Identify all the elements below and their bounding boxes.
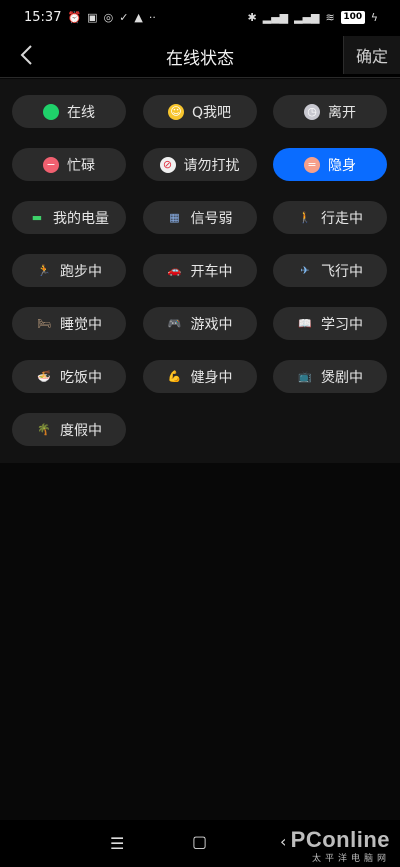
menu-icon[interactable]: ☰ bbox=[110, 834, 124, 853]
tv-emoji-icon: 📺 bbox=[298, 369, 312, 383]
page-title: 在线状态 bbox=[166, 49, 234, 69]
status-option-label: 度假中 bbox=[60, 422, 102, 439]
status-option-label: 煲剧中 bbox=[321, 369, 363, 386]
status-option-2[interactable]: ◷ 离开 bbox=[273, 95, 387, 128]
status-option-label: 健身中 bbox=[190, 369, 233, 386]
status-option-label: 忙碌 bbox=[67, 157, 95, 174]
check-icon: ✓ bbox=[119, 10, 129, 24]
status-option-label: 学习中 bbox=[321, 316, 363, 333]
status-option-17[interactable]: 📺 煲剧中 bbox=[273, 360, 387, 393]
signal-icon: ▦ bbox=[169, 210, 180, 224]
battery-icon: ▬ bbox=[31, 210, 43, 224]
message-icon: ▣ bbox=[87, 10, 98, 24]
minus-circle-icon: − bbox=[43, 156, 59, 173]
status-option-5[interactable]: = 隐身 bbox=[273, 148, 387, 181]
status-option-10[interactable]: 🚗 开车中 bbox=[142, 254, 257, 287]
confirm-button[interactable]: 确定 bbox=[343, 36, 400, 74]
status-option-label: 游戏中 bbox=[190, 316, 233, 333]
status-option-14[interactable]: 📖 学习中 bbox=[273, 307, 387, 340]
book-emoji-icon: 📖 bbox=[298, 316, 312, 330]
status-option-18[interactable]: 🌴 度假中 bbox=[12, 413, 126, 446]
status-option-label: 行走中 bbox=[321, 210, 363, 227]
status-option-label: 我的电量 bbox=[53, 210, 109, 227]
status-option-label: 离开 bbox=[328, 104, 356, 121]
status-option-16[interactable]: 💪 健身中 bbox=[142, 360, 257, 393]
flexed-bicep-emoji-icon: 💪 bbox=[167, 369, 182, 383]
status-option-label: 信号弱 bbox=[190, 210, 233, 227]
walking-person-emoji-icon: 🚶 bbox=[298, 210, 312, 224]
status-option-1[interactable]: ☺ Q我吧 bbox=[142, 95, 257, 128]
palm-tree-emoji-icon: 🌴 bbox=[37, 422, 51, 436]
noodle-bowl-emoji-icon: 🍜 bbox=[37, 369, 51, 383]
bed-emoji-icon: 🛏 bbox=[37, 316, 51, 330]
signal-icon: ▂▄▆ bbox=[262, 10, 289, 24]
app-icon: ▲ bbox=[134, 10, 143, 24]
status-option-label: Q我吧 bbox=[191, 104, 232, 121]
status-option-label: 吃饭中 bbox=[60, 369, 102, 386]
status-option-label: 飞行中 bbox=[321, 263, 363, 280]
status-option-label: 隐身 bbox=[328, 157, 356, 174]
status-option-label: 睡觉中 bbox=[60, 316, 102, 333]
clock-icon: ◷ bbox=[304, 103, 320, 120]
status-option-6[interactable]: ▬ 我的电量 bbox=[12, 201, 126, 234]
status-option-3[interactable]: − 忙碌 bbox=[12, 148, 126, 181]
more-dots-icon: ·· bbox=[148, 10, 156, 24]
watermark: PConline 太平洋电脑网 bbox=[291, 827, 390, 864]
signal-icon-2: ▂▄▆ bbox=[294, 10, 320, 24]
status-option-label: 开车中 bbox=[190, 263, 233, 280]
status-option-12[interactable]: 🛏 睡觉中 bbox=[12, 307, 126, 340]
status-options-panel: 在线 ☺ Q我吧 ◷ 离开 − 忙碌 ⊘ 请勿打扰 = 隐身 ▬ 我的电量 ▦ 信号弱 🚶 行走中 🏃 跑步中 🚗 开车… bbox=[0, 79, 400, 463]
status-option-15[interactable]: 🍜 吃饭中 bbox=[12, 360, 126, 393]
status-option-7[interactable]: ▦ 信号弱 bbox=[142, 201, 257, 234]
watermark-logo: PConline bbox=[290, 827, 390, 852]
status-option-4[interactable]: ⊘ 请勿打扰 bbox=[142, 148, 257, 181]
back-nav-icon[interactable]: ‹ bbox=[280, 832, 286, 851]
empty-area bbox=[0, 463, 400, 820]
status-grid: 在线 ☺ Q我吧 ◷ 离开 − 忙碌 ⊘ 请勿打扰 = 隐身 ▬ 我的电量 ▦ 信号弱 🚶 行走中 🏃 跑步中 🚗 开车… bbox=[12, 95, 387, 446]
gamepad-emoji-icon: 🎮 bbox=[167, 316, 182, 330]
status-option-9[interactable]: 🏃 跑步中 bbox=[12, 254, 126, 287]
status-option-11[interactable]: ✈ 飞行中 bbox=[273, 254, 387, 287]
smile-face-emoji-icon: ☺ bbox=[167, 103, 184, 120]
charging-icon: ϟ bbox=[370, 10, 378, 24]
header-bar: 在线状态 确定 bbox=[0, 34, 400, 78]
status-option-0[interactable]: 在线 bbox=[12, 95, 126, 128]
airplane-emoji-icon: ✈ bbox=[300, 263, 310, 277]
status-option-8[interactable]: 🚶 行走中 bbox=[273, 201, 387, 234]
home-icon[interactable]: ▢ bbox=[192, 832, 207, 851]
status-option-13[interactable]: 🎮 游戏中 bbox=[142, 307, 257, 340]
equals-circle-icon: = bbox=[304, 156, 320, 173]
clock-time: 15:37 bbox=[24, 9, 62, 25]
no-entry-icon: ⊘ bbox=[159, 156, 176, 173]
status-option-label: 在线 bbox=[67, 104, 95, 121]
alarm-icon: ⏰ bbox=[67, 10, 82, 24]
status-bar: 15:37 ⏰ ▣ ◎ ✓ ▲ ·· ✱ ▂▄▆ ▂▄▆ ≋ 100 ϟ bbox=[0, 0, 400, 34]
bluetooth-icon: ✱ bbox=[247, 10, 257, 24]
car-emoji-icon: 🚗 bbox=[167, 263, 182, 277]
green-dot-icon bbox=[43, 103, 59, 120]
wifi-icon: ≋ bbox=[325, 10, 335, 24]
running-person-emoji-icon: 🏃 bbox=[37, 263, 51, 277]
status-option-label: 请勿打扰 bbox=[183, 157, 240, 174]
battery-indicator: 100 bbox=[340, 10, 365, 24]
app-notification-icon: ◎ bbox=[103, 10, 114, 24]
status-option-label: 跑步中 bbox=[60, 263, 102, 280]
